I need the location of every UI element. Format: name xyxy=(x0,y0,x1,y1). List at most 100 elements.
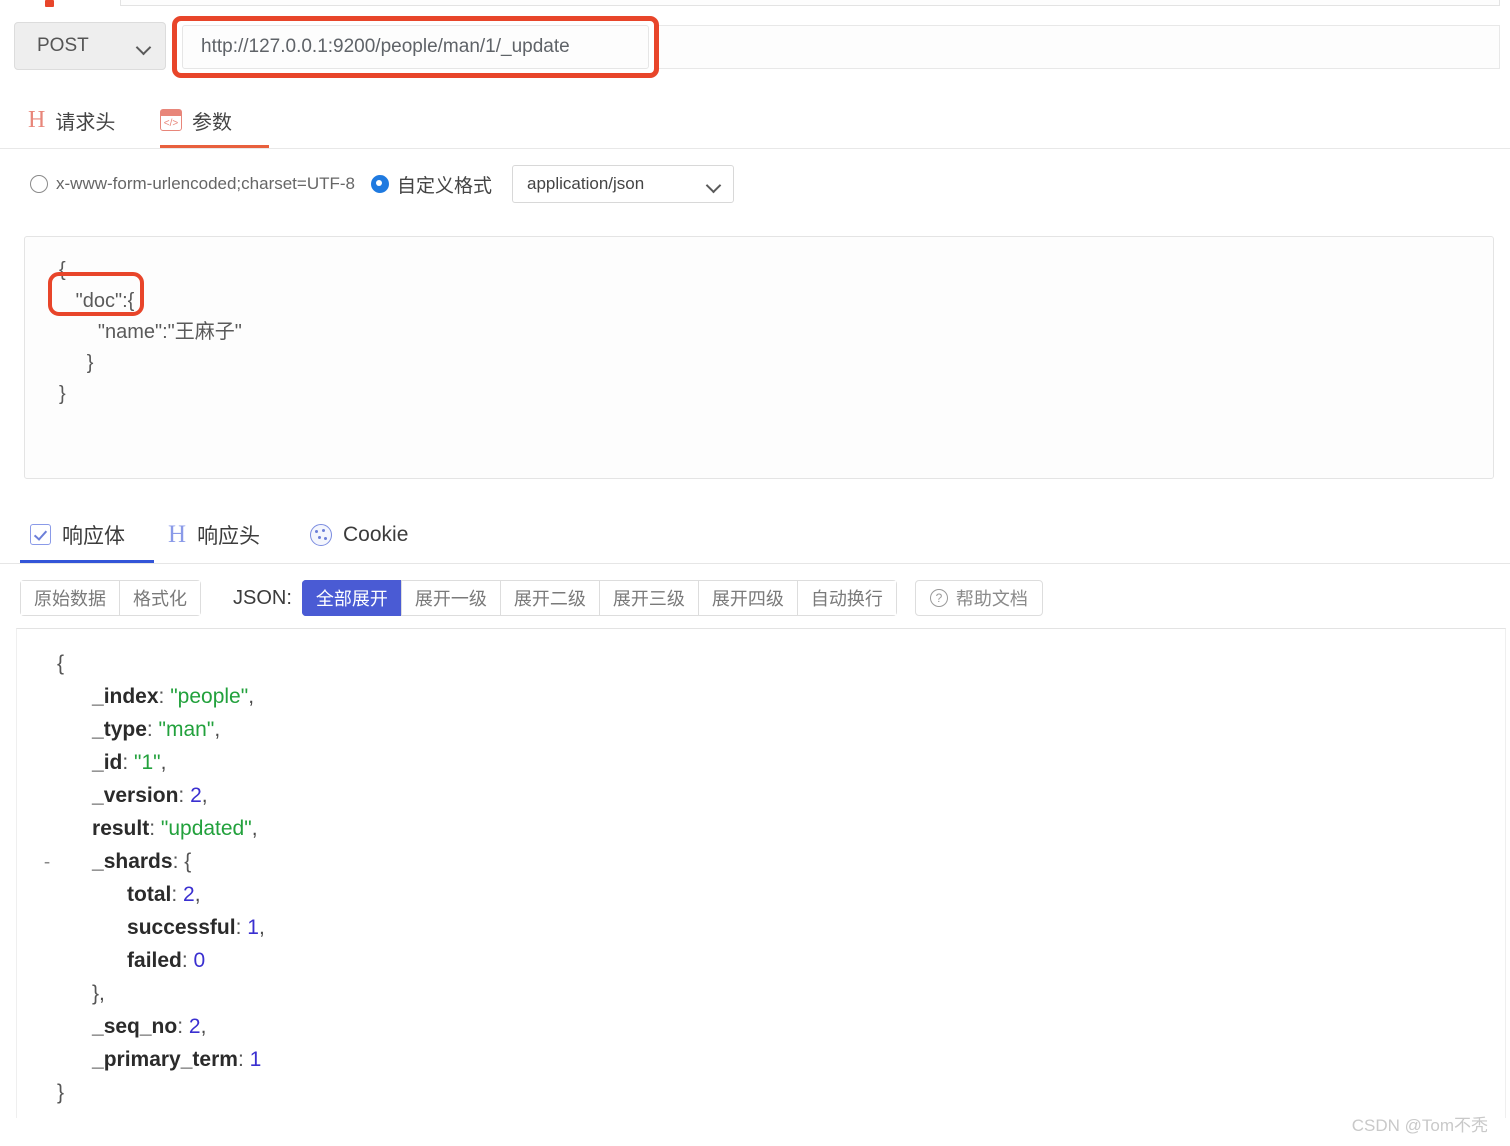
json-comma: , xyxy=(258,916,265,939)
json-value: "people" xyxy=(170,685,249,708)
json-colon: : xyxy=(181,949,194,972)
content-type-row: x-www-form-urlencoded;charset=UTF-8 自定义格… xyxy=(0,160,1510,208)
radio-checked-icon xyxy=(371,175,389,193)
auto-wrap-button[interactable]: 自动换行 xyxy=(796,580,897,616)
tab-request-headers[interactable]: H 请求头 xyxy=(28,92,115,148)
tab-request-params[interactable]: </> 参数 xyxy=(160,92,269,148)
active-tab-underline xyxy=(160,145,269,148)
response-tabs: 响应体 H 响应头 Cookie xyxy=(0,506,1510,564)
expand-level-4-button[interactable]: 展开四级 xyxy=(697,580,797,616)
json-value: "man" xyxy=(158,718,215,741)
tab-response-headers-label: 响应头 xyxy=(197,524,261,548)
json-comma: , xyxy=(200,1015,207,1038)
json-close-brace: } xyxy=(57,1081,65,1104)
json-key: _id xyxy=(92,751,123,774)
json-label: JSON: xyxy=(233,586,292,609)
json-colon: : xyxy=(146,718,159,741)
json-row: total: 2, xyxy=(37,878,1505,911)
tab-response-headers[interactable]: H 响应头 xyxy=(168,506,260,563)
collapse-toggle[interactable]: - xyxy=(37,846,57,879)
http-method-value: POST xyxy=(37,35,89,56)
chevron-down-icon xyxy=(137,42,151,51)
json-colon: : xyxy=(177,1015,189,1038)
json-key: _seq_no xyxy=(92,1015,178,1038)
body-line-doc: "doc":{ xyxy=(59,290,135,312)
h-icon: H xyxy=(168,521,187,548)
json-row: _index: "people", xyxy=(37,680,1505,713)
json-row: }, xyxy=(37,977,1505,1010)
json-row: - _shards: { xyxy=(37,845,1505,878)
watermark: CSDN @Tom不秃 xyxy=(1351,1116,1488,1135)
json-value: 0 xyxy=(193,949,206,972)
expand-level-1-button[interactable]: 展开一级 xyxy=(400,580,500,616)
json-value: "1" xyxy=(134,751,161,774)
http-method-select[interactable]: POST xyxy=(14,22,166,70)
body-line: } xyxy=(59,352,94,374)
json-row: successful: 1, xyxy=(37,911,1505,944)
radio-form-urlencoded-label: x-www-form-urlencoded;charset=UTF-8 xyxy=(56,174,355,193)
json-row: _id: "1", xyxy=(37,746,1505,779)
json-colon: : xyxy=(122,751,135,774)
json-key: successful xyxy=(127,916,236,939)
json-open-brace: { xyxy=(57,652,65,675)
json-value: 1 xyxy=(249,1048,262,1071)
radio-custom-format[interactable]: 自定义格式 xyxy=(371,171,492,198)
json-colon: : xyxy=(158,685,171,708)
json-value: } xyxy=(92,982,100,1005)
json-value: { xyxy=(184,850,192,873)
json-comma: , xyxy=(201,784,208,807)
tab-response-body[interactable]: 响应体 xyxy=(20,506,154,563)
view-mode-group: 原始数据 格式化 xyxy=(20,580,201,616)
json-value: 2 xyxy=(183,883,195,906)
json-comma: , xyxy=(160,751,167,774)
expand-level-group: 全部展开 展开一级 展开二级 展开三级 展开四级 自动换行 xyxy=(301,580,897,616)
json-row: result: "updated", xyxy=(37,812,1505,845)
raw-data-button[interactable]: 原始数据 xyxy=(20,580,119,616)
content-type-value: application/json xyxy=(527,174,645,193)
json-key: _primary_term xyxy=(92,1048,238,1071)
json-row: _seq_no: 2, xyxy=(37,1010,1505,1043)
top-cut-region xyxy=(0,0,1510,10)
help-doc-button[interactable]: ? 帮助文档 xyxy=(914,580,1043,616)
request-body-editor[interactable]: { "doc":{ "name":"王麻子" } } xyxy=(24,236,1494,479)
help-doc-label: 帮助文档 xyxy=(955,589,1028,609)
expand-level-2-button[interactable]: 展开二级 xyxy=(499,580,599,616)
tab-cookie[interactable]: Cookie xyxy=(310,506,408,563)
json-colon: : xyxy=(235,916,248,939)
json-colon: : xyxy=(171,883,184,906)
json-colon: : xyxy=(172,850,185,873)
json-key: result xyxy=(92,817,150,840)
json-key: _index xyxy=(92,685,159,708)
url-highlight-annotation xyxy=(172,16,659,78)
json-colon: : xyxy=(237,1048,250,1071)
json-comma: , xyxy=(214,718,221,741)
tab-response-body-label: 响应体 xyxy=(62,524,125,548)
url-input-extension[interactable] xyxy=(659,25,1500,69)
format-button[interactable]: 格式化 xyxy=(119,580,201,616)
partial-input-above[interactable] xyxy=(120,0,1500,6)
json-value: 1 xyxy=(247,916,259,939)
code-icon: </> xyxy=(160,109,182,131)
expand-all-button[interactable]: 全部展开 xyxy=(301,580,401,616)
body-line: } xyxy=(59,383,66,405)
content-type-select[interactable]: application/json xyxy=(512,165,735,203)
json-value: 2 xyxy=(190,784,202,807)
json-row: _version: 2, xyxy=(37,779,1505,812)
cookie-icon xyxy=(310,523,332,546)
response-body-viewer[interactable]: { _index: "people", _type: "man", _id: "… xyxy=(16,628,1506,1118)
json-row: failed: 0 xyxy=(37,944,1505,977)
json-colon: : xyxy=(178,784,191,807)
expand-level-3-button[interactable]: 展开三级 xyxy=(598,580,698,616)
radio-form-urlencoded[interactable]: x-www-form-urlencoded;charset=UTF-8 xyxy=(30,174,355,194)
h-icon: H xyxy=(28,107,46,133)
active-tab-underline xyxy=(20,560,154,563)
